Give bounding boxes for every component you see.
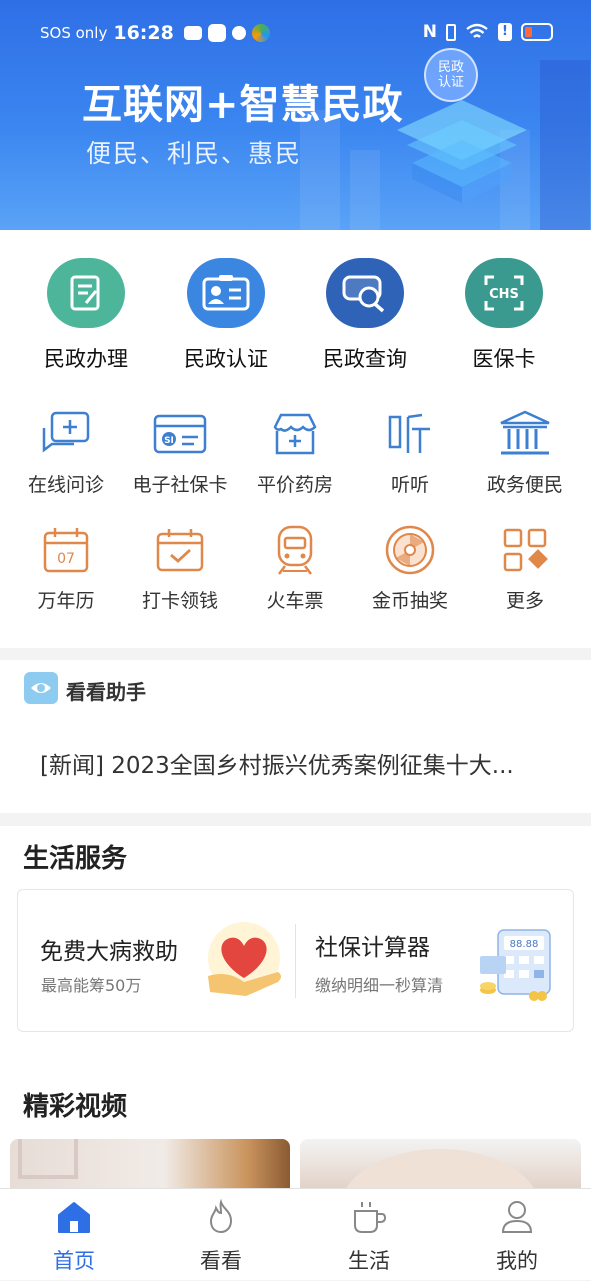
service-card-social-calculator[interactable]: 社保计算器 缴纳明细一秒算清 88.88: [296, 890, 575, 1033]
video-thumbnail-face: [340, 1149, 540, 1188]
service-minzheng-chaxun[interactable]: 民政查询: [295, 258, 435, 373]
pharmacy-icon: [267, 408, 323, 460]
shortcut-label: 电子社保卡: [132, 474, 228, 496]
data-cube-illustration: [397, 100, 527, 203]
tab-life[interactable]: 生活: [309, 1189, 429, 1281]
alert-icon: !: [498, 23, 512, 41]
life-services-card: 免费大病救助 最高能筹50万 社保计算器 缴纳明细一秒算清 88.88: [17, 889, 574, 1032]
shortcut-online-consult[interactable]: 在线问诊: [7, 408, 125, 497]
video-thumbnail[interactable]: [300, 1139, 581, 1188]
bottom-tab-bar: 首页 看看 生活 我的: [0, 1188, 591, 1280]
shortcut-lottery[interactable]: 金币抽奖: [351, 524, 469, 613]
service-card-illness-aid[interactable]: 免费大病救助 最高能筹50万: [18, 890, 295, 1033]
search-card-icon: [326, 258, 404, 328]
shortcut-label: 金币抽奖: [371, 590, 448, 612]
tab-home[interactable]: 首页: [14, 1189, 134, 1281]
shortcut-label: 平价药房: [256, 474, 333, 496]
card-subtitle: 最高能筹50万: [41, 976, 142, 995]
service-minzheng-renzheng[interactable]: 民政认证: [156, 258, 296, 373]
shortcut-calendar[interactable]: 07 万年历: [7, 524, 125, 613]
app-logo-icon: [251, 24, 270, 42]
certification-badge: 民政 认证: [424, 48, 478, 102]
game-controller-icon: [183, 26, 202, 40]
service-label: 民政查询: [323, 347, 407, 371]
tab-label: 我的: [496, 1249, 538, 1273]
coffee-cup-icon: [349, 1197, 389, 1237]
card-title: 社保计算器: [315, 935, 430, 961]
chs-icon: CHS: [465, 258, 543, 328]
nfc-icon: N: [422, 22, 437, 42]
hero-banner[interactable]: SOS only 16:28 N ! 互联网+智慧民政 便民、利民、惠民 民政 …: [0, 0, 591, 230]
news-headline[interactable]: [新闻] 2023全国乡村振兴优秀案例征集十大...: [40, 746, 560, 780]
card-title: 免费大病救助: [40, 939, 178, 965]
tab-label: 生活: [348, 1249, 390, 1273]
calendar-day-text: 07: [57, 551, 75, 567]
tab-kankan[interactable]: 看看: [161, 1189, 281, 1281]
clock: 16:28: [113, 22, 174, 44]
hero-title: 互联网+智慧民政: [82, 82, 404, 128]
shortcut-label: 打卡领钱: [141, 590, 218, 612]
shortcut-label: 在线问诊: [27, 474, 104, 496]
carrier-text: SOS only: [40, 24, 108, 42]
shortcut-label: 万年历: [37, 590, 95, 612]
government-building-icon: [497, 408, 553, 460]
tab-label: 看看: [200, 1249, 242, 1273]
document-edit-icon: [47, 258, 125, 328]
calculator-icon: 88.88: [480, 929, 551, 1001]
shortcut-check-in[interactable]: 打卡领钱: [121, 524, 239, 613]
shortcut-label: 火车票: [266, 590, 324, 612]
life-services-section: 生活服务 免费大病救助 最高能筹50万 社保计算器 缴纳明细一秒算清 88.88: [0, 826, 591, 1188]
user-icon: [497, 1197, 537, 1237]
shield-icon: [207, 24, 226, 42]
shortcut-e-social-card[interactable]: SI 电子社保卡: [121, 408, 239, 497]
home-icon: [54, 1197, 94, 1237]
news-assistant-card[interactable]: 看看助手 [新闻] 2023全国乡村振兴优秀案例征集十大...: [0, 660, 591, 813]
train-icon: [267, 524, 323, 576]
shortcut-train-ticket[interactable]: 火车票: [236, 524, 354, 613]
shortcut-more[interactable]: 更多: [466, 524, 584, 613]
svg-text:CHS: CHS: [489, 287, 519, 302]
shortcut-label: 政务便民: [486, 474, 563, 496]
heart-hand-icon: [208, 922, 281, 996]
id-card-icon: [187, 258, 265, 328]
shortcut-government[interactable]: 政务便民: [466, 408, 584, 497]
tab-mine[interactable]: 我的: [457, 1189, 577, 1281]
tab-label: 首页: [53, 1249, 95, 1273]
listen-icon: [382, 408, 438, 460]
battery-icon: [521, 23, 553, 41]
eye-icon: [24, 672, 58, 704]
shortcut-label: 更多: [505, 590, 544, 612]
check-in-icon: [152, 524, 208, 576]
service-minzheng-banli[interactable]: 民政办理: [16, 258, 156, 373]
hero-subtitle: 便民、利民、惠民: [86, 139, 303, 168]
video-thumbnail-frame: [18, 1139, 78, 1179]
assistant-title: 看看助手: [66, 680, 146, 704]
shortcut-listen[interactable]: 听听: [351, 408, 469, 497]
service-panel: 民政办理 民政认证 民政查询 CHS 医保卡 在线问诊 SI 电子社保卡 平价药…: [0, 230, 591, 648]
card-subtitle: 缴纳明细一秒算清: [315, 976, 444, 995]
calculator-display: 88.88: [510, 939, 539, 950]
calendar-icon: 07: [38, 524, 94, 576]
service-label: 民政认证: [184, 347, 268, 371]
service-yibao-card[interactable]: CHS 医保卡: [434, 258, 574, 373]
lottery-wheel-icon: [382, 524, 438, 576]
vibrate-icon: [446, 23, 456, 41]
shield-x-icon: [231, 26, 246, 40]
flame-icon: [201, 1197, 241, 1237]
svg-text:SI: SI: [164, 436, 174, 446]
shortcut-pharmacy[interactable]: 平价药房: [236, 408, 354, 497]
wifi-icon: [466, 23, 488, 38]
status-bar: SOS only 16:28 N !: [0, 0, 591, 64]
section-title-videos: 精彩视频: [23, 1092, 128, 1122]
chat-plus-icon: [38, 408, 94, 460]
shortcut-label: 听听: [390, 474, 429, 496]
social-card-icon: SI: [152, 408, 208, 460]
service-label: 民政办理: [44, 347, 128, 371]
video-thumbnail[interactable]: [10, 1139, 290, 1188]
service-label: 医保卡: [472, 347, 536, 371]
more-grid-icon: [497, 524, 553, 576]
section-title-life: 生活服务: [23, 844, 128, 874]
